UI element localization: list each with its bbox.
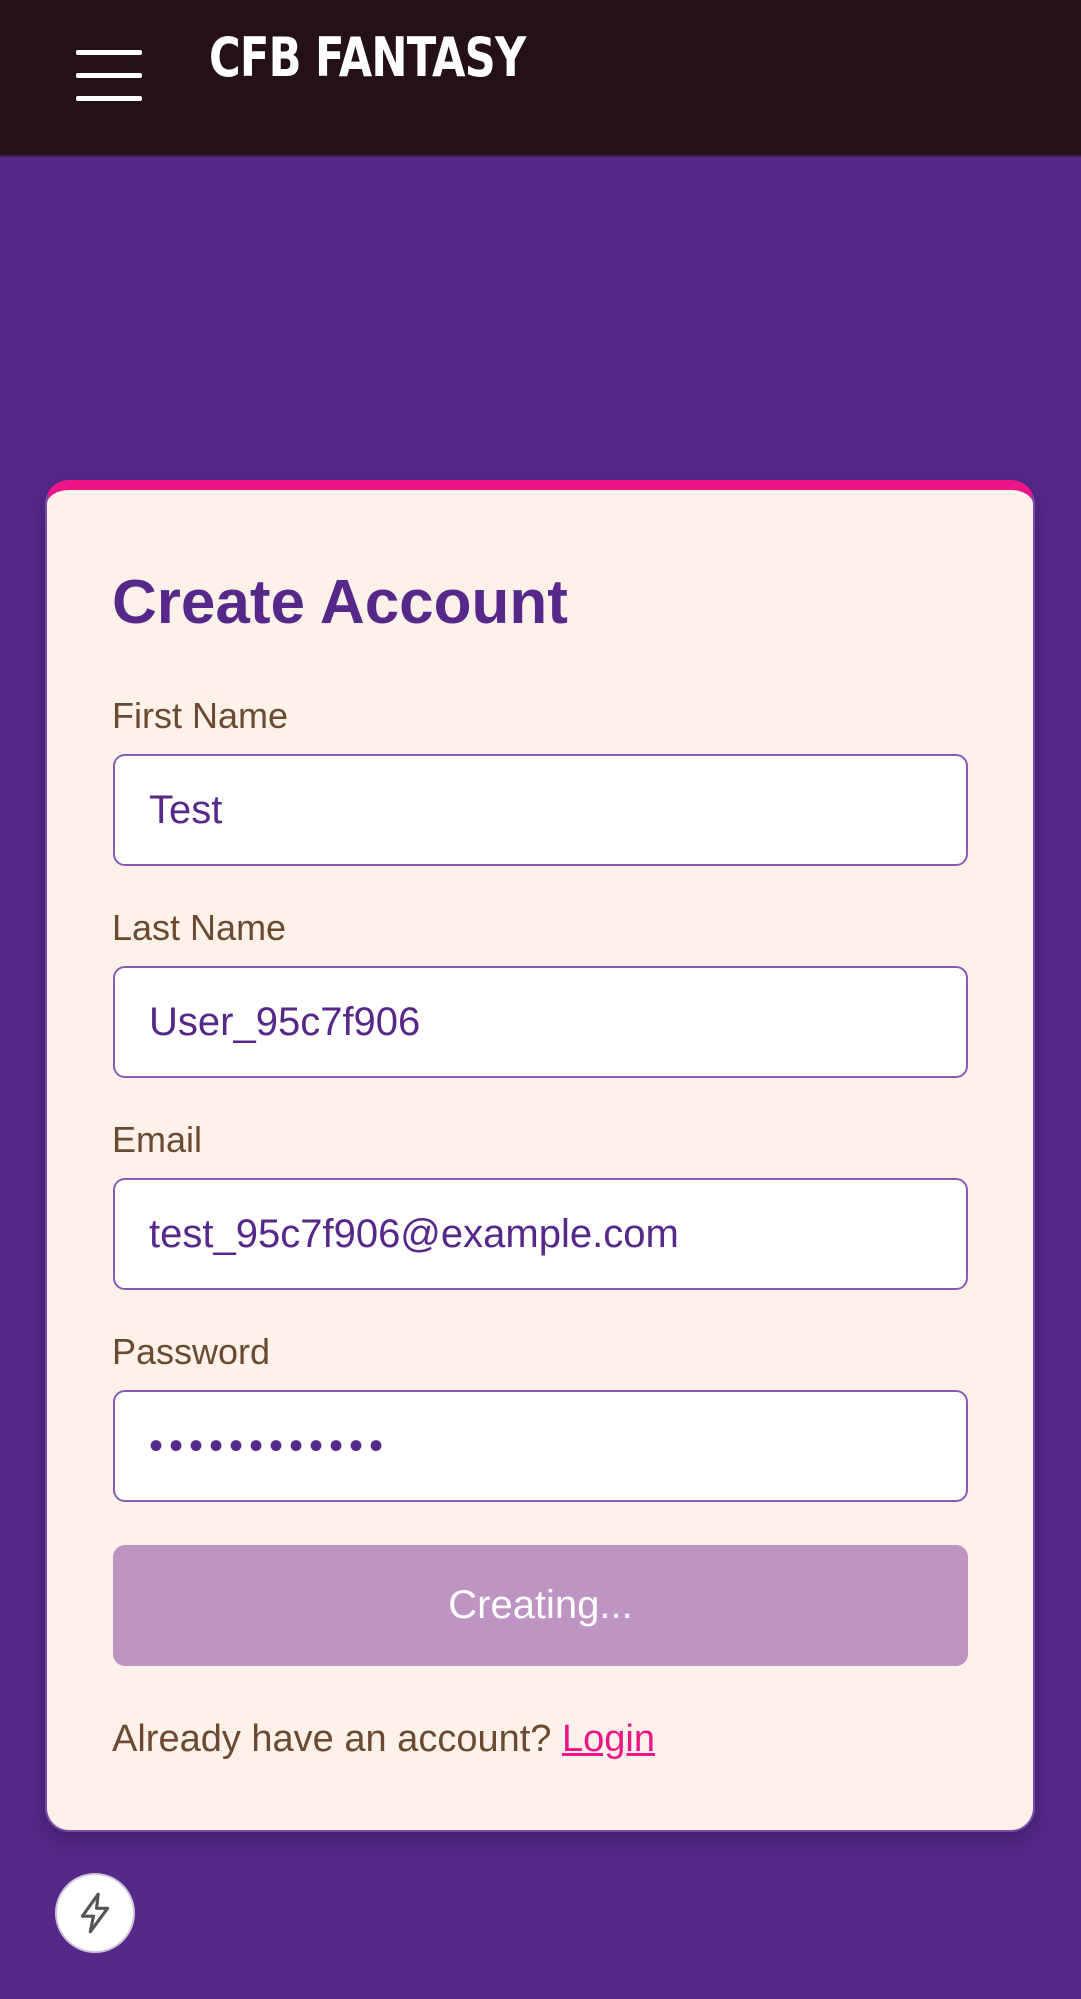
lightning-bolt-glyph (80, 1892, 110, 1934)
last-name-input[interactable] (113, 966, 968, 1078)
create-account-button[interactable]: Creating... (113, 1545, 968, 1666)
lightning-bolt-icon[interactable] (55, 1873, 135, 1953)
email-input[interactable] (113, 1178, 968, 1290)
email-label: Email (112, 1119, 203, 1160)
login-link[interactable]: Login (562, 1718, 655, 1760)
first-name-input[interactable] (113, 754, 968, 866)
brand-title[interactable]: CFB FANTASY (209, 22, 526, 94)
last-name-label: Last Name (112, 907, 287, 948)
top-navigation-bar: CFB FANTASY (0, 0, 1081, 157)
login-prompt-text: Already have an account? (112, 1718, 552, 1760)
login-prompt: Already have an account? Login (112, 1713, 655, 1765)
hamburger-menu-icon[interactable] (76, 48, 144, 104)
first-name-label: First Name (112, 695, 289, 736)
form-title: Create Account (112, 568, 568, 637)
password-input[interactable] (113, 1390, 968, 1502)
password-label: Password (112, 1331, 271, 1372)
